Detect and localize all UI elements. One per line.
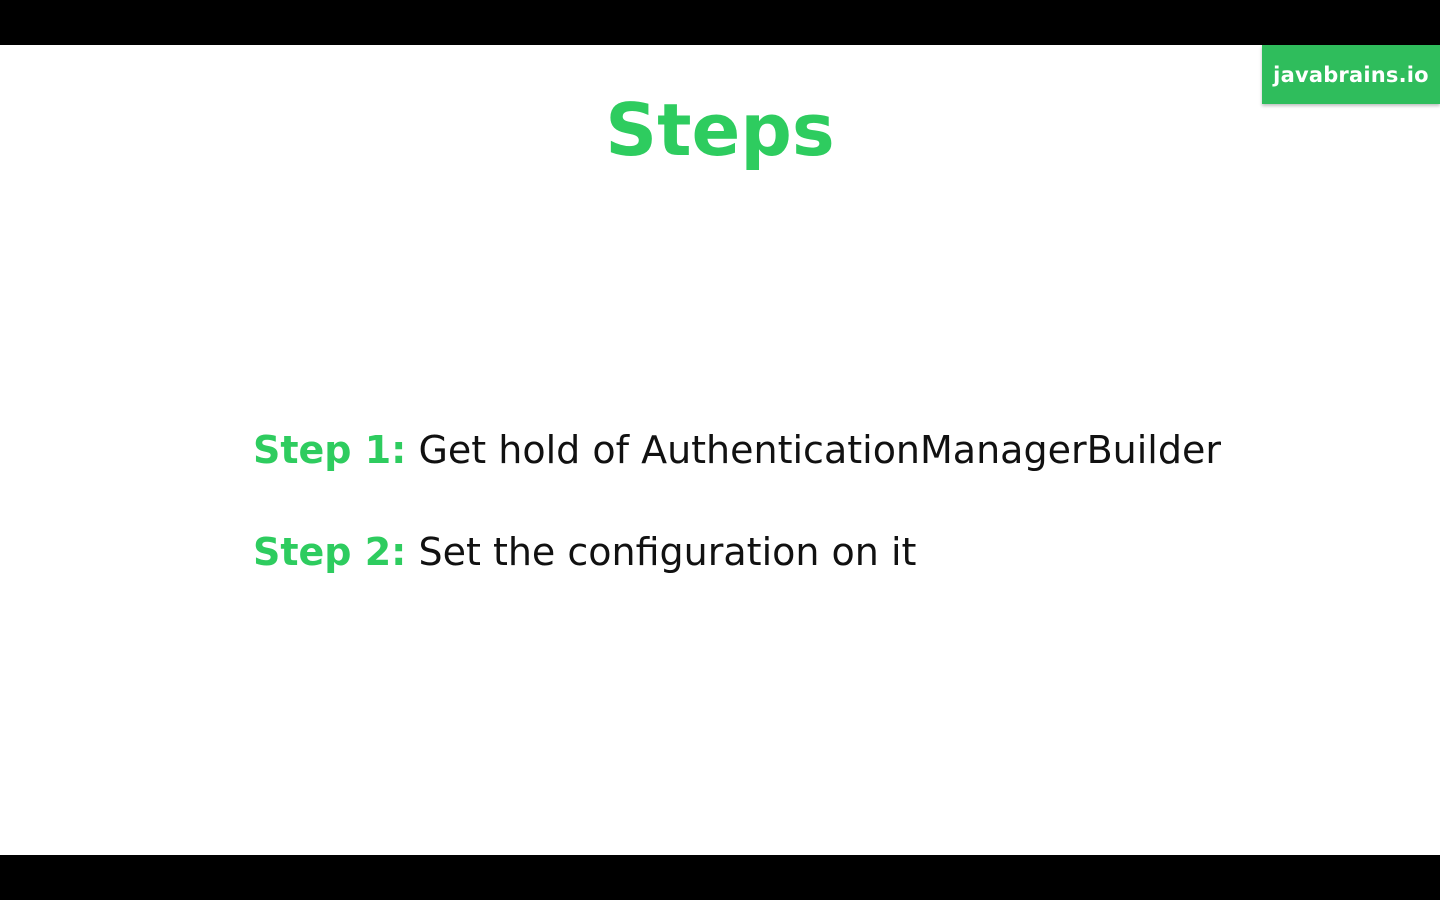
slide-title: Steps (605, 88, 835, 172)
brand-label: javabrains.io (1273, 62, 1429, 87)
presentation-slide: javabrains.io Steps Step 1: Get hold of … (0, 45, 1440, 855)
letterbox-top (0, 0, 1440, 45)
step-label: Step 2: (253, 530, 407, 574)
steps-list: Step 1: Get hold of AuthenticationManage… (253, 425, 1353, 629)
letterbox-bottom (0, 855, 1440, 900)
step-text: Get hold of AuthenticationManagerBuilder (418, 428, 1221, 472)
step-label: Step 1: (253, 428, 407, 472)
step-text: Set the configuration on it (418, 530, 917, 574)
step-item: Step 1: Get hold of AuthenticationManage… (253, 425, 1353, 475)
step-item: Step 2: Set the configuration on it (253, 527, 1353, 577)
